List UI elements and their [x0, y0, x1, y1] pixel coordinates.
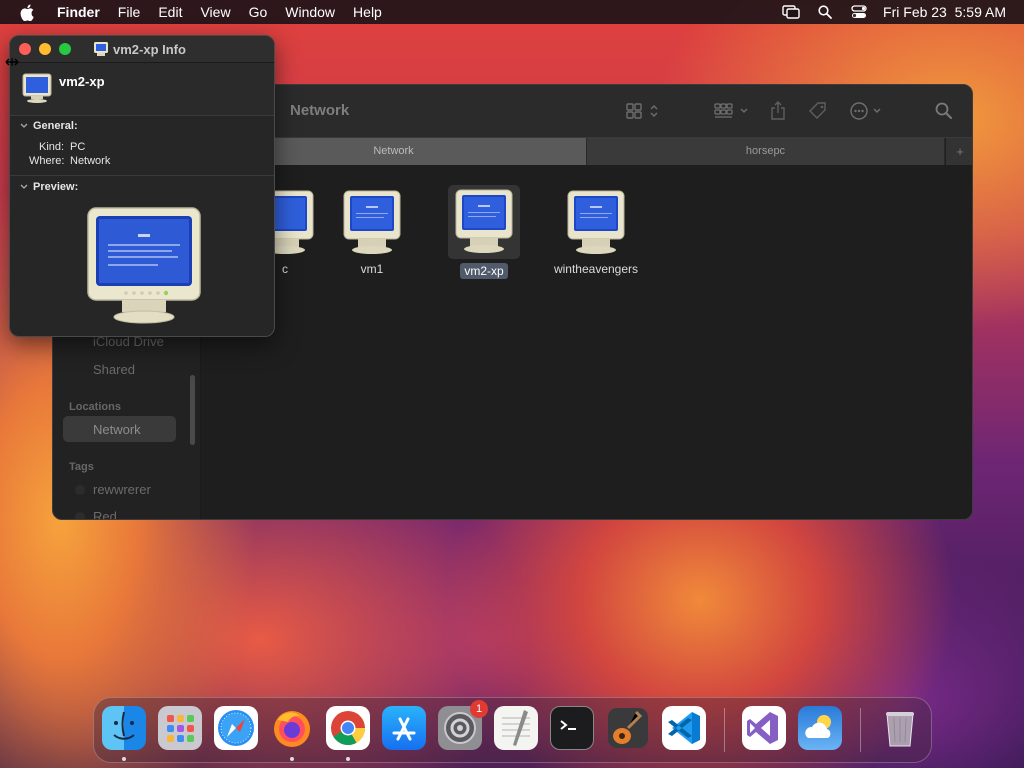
pc-icon [22, 73, 52, 108]
menu-help[interactable]: Help [344, 0, 391, 24]
dock-system-settings-icon[interactable]: 1 [438, 700, 488, 750]
tag-color-icon [75, 485, 85, 495]
minimize-button[interactable] [39, 43, 51, 55]
screen-mirroring-icon[interactable] [781, 4, 801, 20]
sidebar-scrollbar[interactable] [190, 375, 195, 445]
dock-separator [860, 708, 861, 752]
chevron-down-icon [20, 184, 28, 189]
dock-firefox-icon[interactable] [270, 706, 314, 750]
dock-app-store-icon[interactable] [382, 706, 426, 750]
dock-separator [724, 708, 725, 752]
finder-title: Network [290, 102, 350, 119]
menu-file[interactable]: File [109, 0, 150, 24]
control-center-icon[interactable] [849, 4, 869, 20]
running-indicator [346, 757, 350, 761]
dock-safari-icon[interactable] [214, 706, 258, 750]
tab-horsepc[interactable]: horsepc [586, 138, 945, 166]
group-by-icon[interactable] [713, 101, 751, 121]
menu-app-name[interactable]: Finder [48, 0, 109, 24]
network-item-label: vm2-xp [460, 263, 508, 279]
sidebar-item-tag-red[interactable]: Red [93, 509, 117, 519]
network-item-label: wintheavengers [553, 262, 639, 276]
kind-value: PC [70, 141, 86, 153]
general-section-toggle[interactable]: General: [20, 120, 78, 132]
pc-small-icon [93, 42, 109, 56]
preview-section-toggle[interactable]: Preview: [20, 181, 78, 193]
new-tab-button[interactable]: + [946, 138, 972, 166]
dock-trash-icon[interactable] [878, 706, 922, 750]
share-icon[interactable] [769, 101, 787, 121]
sidebar-header-locations: Locations [69, 401, 121, 413]
zoom-button[interactable] [59, 43, 71, 55]
sidebar-item-network[interactable]: Network [93, 422, 141, 437]
running-indicator [290, 757, 294, 761]
info-window-title: vm2-xp Info [113, 42, 186, 57]
preview-section-label: Preview: [33, 181, 79, 193]
dock-terminal-icon[interactable] [550, 706, 594, 750]
info-item-name: vm2-xp [59, 74, 105, 89]
dock-launchpad-icon[interactable] [158, 706, 202, 750]
kind-label: Kind: [39, 141, 65, 153]
menu-edit[interactable]: Edit [149, 0, 191, 24]
network-item-vm2-xp[interactable]: vm2-xp [434, 185, 534, 280]
menu-go[interactable]: Go [240, 0, 277, 24]
menu-window[interactable]: Window [276, 0, 344, 24]
dock-textedit-icon[interactable] [494, 706, 538, 750]
network-item-wintheavengers[interactable]: wintheavengers [546, 189, 646, 278]
notification-badge: 1 [470, 700, 488, 718]
dock: 1 [93, 697, 932, 763]
dock-chrome-icon[interactable] [326, 706, 370, 750]
sidebar-item-tag-rewwrerer[interactable]: rewwrerer [93, 482, 151, 497]
close-button[interactable] [19, 43, 31, 55]
dock-visual-studio-icon[interactable] [742, 706, 786, 750]
sidebar-header-tags: Tags [69, 461, 94, 473]
crt-monitor-icon [336, 189, 408, 257]
where-value: Network [70, 155, 111, 167]
crt-monitor-icon [560, 189, 632, 257]
where-label: Where: [29, 155, 65, 167]
spotlight-search-icon[interactable] [815, 4, 835, 20]
network-item-label: c [282, 262, 288, 276]
menu-bar: Finder File Edit View Go Window Help Fri… [0, 0, 1024, 24]
menu-view[interactable]: View [191, 0, 239, 24]
view-grid-icon[interactable] [625, 101, 661, 121]
dock-weather-icon[interactable] [798, 706, 842, 750]
sidebar-item-shared[interactable]: Shared [93, 362, 135, 377]
info-header: vm2-xp [10, 63, 274, 116]
menu-datetime[interactable]: Fri Feb 23 5:59 AM [883, 4, 1006, 20]
info-window: vm2-xp Info vm2-xp General: Kind: PC Whe… [9, 35, 275, 337]
crt-monitor-icon [448, 188, 520, 256]
network-item-label: vm1 [360, 262, 384, 276]
tag-red-icon [75, 512, 85, 519]
dock-garageband-icon[interactable] [606, 706, 650, 750]
network-item-vm1[interactable]: vm1 [322, 189, 422, 278]
finder-content: c vm1 vm2-xp wintheavengers [201, 165, 972, 519]
preview-image [86, 206, 202, 329]
tag-icon[interactable] [808, 101, 828, 121]
dock-finder-icon[interactable] [102, 706, 146, 750]
info-title-bar[interactable]: vm2-xp Info [10, 36, 274, 63]
resize-cursor-icon [5, 54, 19, 72]
tab-bar: Network horsepc + [201, 137, 972, 166]
apple-menu-icon[interactable] [18, 3, 36, 21]
more-actions-icon[interactable] [849, 101, 885, 121]
chevron-down-icon [20, 123, 28, 128]
running-indicator [122, 757, 126, 761]
search-icon[interactable] [935, 101, 953, 121]
dock-vscode-icon[interactable] [662, 706, 706, 750]
general-section-label: General: [33, 120, 78, 132]
section-divider [10, 175, 274, 176]
selection-highlight [448, 185, 520, 259]
